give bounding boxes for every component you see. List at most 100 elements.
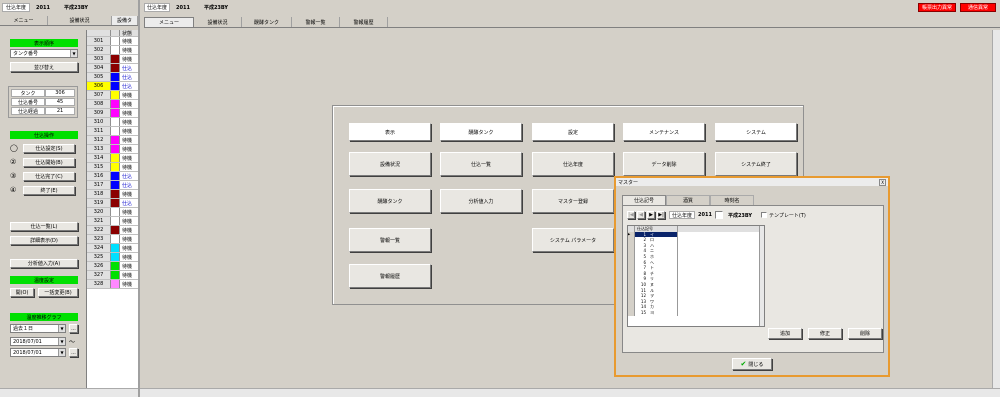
display-order-header: 表示順序 [10, 39, 78, 47]
next-icon[interactable]: ▶ [647, 211, 655, 219]
brew-start-button[interactable]: 仕込開始(B) [23, 157, 75, 167]
sort-button[interactable]: 並び替え [10, 62, 78, 72]
menu-analysis-input-button[interactable]: 分析値入力 [440, 189, 522, 213]
period-ellipsis-button[interactable]: ... [69, 324, 78, 333]
tank-row[interactable]: 307 待機 [87, 91, 138, 100]
left-tab-menu[interactable]: メニュー [0, 16, 48, 25]
menu-data-delete-button[interactable]: データ削除 [623, 152, 705, 176]
prev-icon[interactable]: ◀ [637, 211, 645, 219]
tank-row[interactable]: 314 待機 [87, 154, 138, 163]
tank-row[interactable]: 310 待機 [87, 118, 138, 127]
tank-row[interactable]: 322 待機 [87, 226, 138, 235]
menu-alarm-history-button[interactable]: 警報履歴 [349, 264, 431, 288]
tank-row[interactable]: 304 仕込 [87, 64, 138, 73]
tab-tank[interactable]: 醗酵タンク [242, 17, 292, 27]
tank-color-swatch [111, 154, 120, 162]
menu-equipment-status-button[interactable]: 設備状況 [349, 152, 431, 176]
display-order-select[interactable]: タンク番号 ▼ [10, 49, 78, 58]
tank-number: 313 [87, 145, 111, 153]
tank-row[interactable]: 320 待機 [87, 208, 138, 217]
brew-end-button[interactable]: 終了(E) [23, 185, 75, 195]
tank-row[interactable]: 311 待機 [87, 127, 138, 136]
tank-row[interactable]: 317 仕込 [87, 181, 138, 190]
left-hscrollbar[interactable] [0, 388, 138, 397]
list-button[interactable]: 仕込一覧(L) [10, 222, 78, 231]
tank-row[interactable]: 321 待機 [87, 217, 138, 226]
tab-status[interactable]: 設備状況 [194, 17, 242, 27]
dialog-tab-time[interactable]: 時刻名 [710, 195, 754, 205]
tank-row[interactable]: 308 待機 [87, 100, 138, 109]
main-vscrollbar[interactable] [992, 30, 1000, 388]
tank-color-swatch [111, 226, 120, 234]
tank-row[interactable]: 305 仕込 [87, 73, 138, 82]
dialog-grid[interactable]: 仕込記号 ▶ 1 イ 2 ロ 3 ハ 4 ニ 5 ホ 6 ヘ 7 ト 8 チ 9 リ 10 ヌ 11 ル 12 ヲ 13 ワ 14 カ 1… [627, 225, 765, 327]
detail-button[interactable]: 詳細表示(D) [10, 236, 78, 245]
menu-tank-button[interactable]: 醗酵タンク [349, 189, 431, 213]
alert-print-error[interactable]: 帳票出力異常 [918, 3, 956, 12]
template-checkbox[interactable] [761, 212, 767, 218]
tank-row[interactable]: 301 待機 [87, 37, 138, 46]
tank-row[interactable]: 328 待機 [87, 280, 138, 289]
tank-color-swatch [111, 91, 120, 99]
left-tab-status[interactable]: 設備状況 [48, 16, 112, 25]
tab-alarm-history[interactable]: 警報履歴 [340, 17, 388, 27]
tab-alarm-list[interactable]: 警報一覧 [292, 17, 340, 27]
menu-brew-year-button[interactable]: 仕込年度 [532, 152, 614, 176]
tank-row[interactable]: 303 待機 [87, 55, 138, 64]
period-select[interactable]: 過去１日 ▼ [10, 324, 66, 333]
menu-system-param-button[interactable]: システム パラメータ [532, 228, 614, 252]
tank-row[interactable]: 302 待機 [87, 46, 138, 55]
tank-row[interactable]: 327 待機 [87, 271, 138, 280]
open-button[interactable]: 開(O) [10, 288, 34, 297]
menu-system-exit-button[interactable]: システム終了 [715, 152, 797, 176]
left-tab-tank[interactable]: 設備タ [112, 16, 138, 25]
tank-row[interactable]: 312 待機 [87, 136, 138, 145]
dialog-tab-brew-code[interactable]: 仕込記号 [622, 195, 666, 205]
tank-color-swatch [111, 82, 120, 90]
tank-row[interactable]: 326 待機 [87, 262, 138, 271]
menu-brew-list-button[interactable]: 仕込一覧 [440, 152, 522, 176]
tank-status: 待機 [120, 217, 138, 225]
temp-settings-header: 温度設定 [10, 276, 78, 284]
step-4-icon: ④ [10, 186, 17, 194]
tab-menu[interactable]: メニュー [144, 17, 194, 27]
date-to-select[interactable]: 2018/07/01 ▼ [10, 348, 66, 357]
brew-complete-button[interactable]: 仕込完了(C) [23, 171, 75, 181]
tank-row[interactable]: 324 待機 [87, 244, 138, 253]
dialog-edit-button[interactable]: 修正 [808, 328, 842, 339]
tank-row[interactable]: 315 待機 [87, 163, 138, 172]
analysis-input-button[interactable]: 分析値入力(A) [10, 259, 78, 268]
brew-settings-button[interactable]: 仕込設定(S) [23, 143, 75, 153]
tank-row[interactable]: 318 待機 [87, 190, 138, 199]
tank-color-swatch [111, 46, 120, 54]
tank-row[interactable]: 309 待機 [87, 109, 138, 118]
menu-alarm-list-button[interactable]: 警報一覧 [349, 228, 431, 252]
grid-vscrollbar[interactable] [759, 226, 764, 326]
tank-color-swatch [111, 37, 120, 45]
tank-row[interactable]: 319 仕込 [87, 199, 138, 208]
tank-number: 324 [87, 244, 111, 252]
alert-comm-error[interactable]: 通信異常 [960, 3, 996, 12]
brew-days-value: 21 [45, 107, 75, 115]
menu-master-button[interactable]: マスター登録 [532, 189, 614, 213]
bulk-change-button[interactable]: 一括変更(B) [38, 288, 78, 297]
tank-list[interactable]: 状態 301 待機 302 待機 303 待機 304 仕込 305 仕込 306 仕込 307 待機 30… [86, 30, 138, 388]
tank-row[interactable]: 316 仕込 [87, 172, 138, 181]
year-checkbox[interactable] [715, 211, 723, 219]
last-icon[interactable]: ▶| [657, 211, 665, 219]
tank-row[interactable]: 325 待機 [87, 253, 138, 262]
tank-number: 305 [87, 73, 111, 81]
date-ellipsis-button[interactable]: ... [69, 348, 78, 357]
grid-row[interactable]: 15 ヨ [628, 309, 764, 316]
tank-row[interactable]: 323 待機 [87, 235, 138, 244]
dialog-delete-button[interactable]: 削除 [848, 328, 882, 339]
dialog-add-button[interactable]: 追加 [768, 328, 802, 339]
dialog-tab-quality[interactable]: 酒質 [666, 195, 710, 205]
dialog-ok-button[interactable]: ✔ 閉じる [732, 358, 772, 370]
tank-row[interactable]: 313 待機 [87, 145, 138, 154]
close-icon[interactable]: X [879, 178, 886, 186]
date-from-select[interactable]: 2018/07/01 ▼ [10, 337, 66, 346]
tank-row[interactable]: 306 仕込 [87, 82, 138, 91]
first-icon[interactable]: |◀ [627, 211, 635, 219]
main-hscrollbar[interactable] [140, 388, 1000, 397]
